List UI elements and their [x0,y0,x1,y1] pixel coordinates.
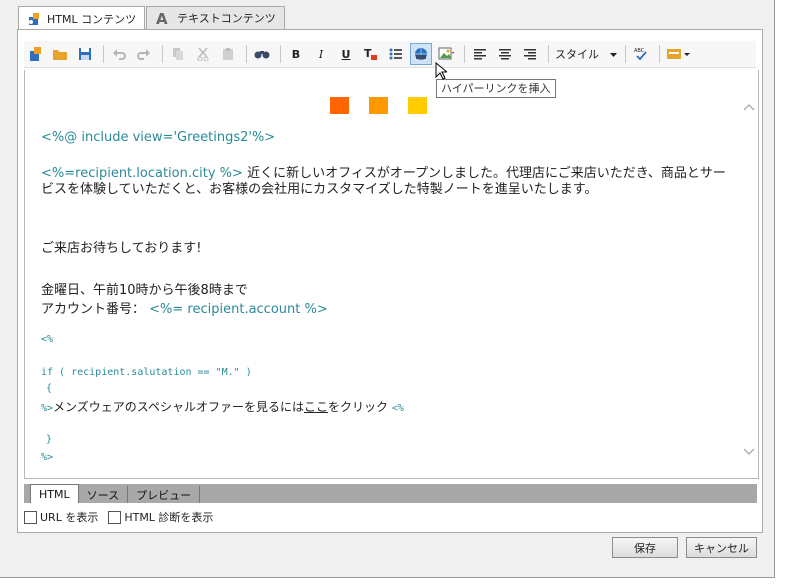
paste-icon[interactable] [217,43,239,65]
offer-link[interactable]: ここ [304,400,328,414]
editor-mode-tabs: HTML ソース プレビュー [24,484,757,503]
tab-source[interactable]: ソース [79,486,129,503]
bold-button[interactable]: B [285,43,307,65]
align-center-icon[interactable] [494,43,516,65]
orange-square [330,97,349,114]
show-url-checkbox[interactable]: URL を表示 [24,509,98,525]
code-open-2: <% [391,403,404,414]
bullet-list-icon[interactable] [385,43,407,65]
toolbar-separator [162,45,163,63]
underline-button[interactable]: U [335,43,357,65]
tab-html-content-label: HTML コンテンツ [47,13,137,26]
editor-toolbar: B I U T スタイル ABC [24,41,756,68]
new-document-icon[interactable] [24,43,46,65]
editor-scrollbar[interactable] [740,82,758,462]
tab-text-content-label: テキストコンテンツ [177,12,276,25]
tab-text-content[interactable]: A テキストコンテンツ [146,6,285,29]
show-url-label: URL を表示 [40,511,99,524]
yellow-square [408,97,427,114]
code-end: %> [41,452,54,463]
html-content-icon [27,12,41,26]
svg-text:A: A [156,11,168,25]
text-content-icon: A [155,11,171,25]
chevron-down-icon [610,48,617,61]
html-editor-area[interactable]: <%@ include view='Greetings2'%> <%=recip… [24,70,759,479]
code-brace-open: { [46,383,53,394]
undo-icon[interactable] [108,43,130,65]
align-right-icon[interactable] [519,43,541,65]
tab-html-content[interactable]: HTML コンテンツ [18,6,146,31]
code-close-prefix: %> [41,403,54,414]
hours-line: 金曜日、午前10時から午後8時まで [41,283,248,298]
code-if-line: if ( recipient.salutation == "M." ) [41,367,252,378]
save-button[interactable]: 保存 [612,537,678,558]
toolbar-separator [280,45,281,63]
scroll-down-icon [743,448,755,456]
style-dropdown[interactable]: スタイル [555,46,617,62]
amber-square [369,97,388,114]
personalization-icon[interactable] [664,43,692,65]
checkbox-box[interactable] [24,510,37,524]
offer-text: メンズウェアのスペシャルオファーを見るには [53,400,304,414]
svg-text:T: T [364,47,372,60]
offer-suffix: をクリック [328,400,389,414]
text-color-icon[interactable]: T [360,43,382,65]
code-open: <% [41,334,54,345]
toolbar-separator [659,45,660,63]
show-html-diagnostics-label: HTML 診断を表示 [124,511,214,524]
tab-preview[interactable]: プレビュー [128,486,201,503]
toolbar-separator [464,45,465,63]
tab-html[interactable]: HTML [30,484,79,503]
style-dropdown-label: スタイル [555,48,599,61]
cut-icon[interactable] [192,43,214,65]
color-squares [330,97,447,114]
italic-button[interactable]: I [310,43,332,65]
save-icon[interactable] [74,43,96,65]
options-checkboxes: URL を表示 HTML 診断を表示 [24,509,223,525]
intro-paragraph: <%=recipient.location.city %> 近くに新しいオフィス… [41,166,731,198]
account-label: アカウント番号： [41,302,146,317]
align-left-icon[interactable] [469,43,491,65]
account-line: アカウント番号： <%= recipient.account %> [41,298,328,317]
city-variable: <%=recipient.location.city %> [41,166,243,181]
toolbar-separator [625,45,626,63]
spell-check-icon[interactable]: ABC [630,43,652,65]
include-directive: <%@ include view='Greetings2'%> [41,130,276,145]
copy-icon[interactable] [167,43,189,65]
toolbar-separator [246,45,247,63]
offer-line: %>メンズウェアのスペシャルオファーを見るにはここをクリック <% [41,398,404,415]
redo-icon[interactable] [133,43,155,65]
checkbox-box[interactable] [108,510,122,524]
find-binoculars-icon[interactable] [251,43,273,65]
insert-hyperlink-icon[interactable] [410,43,432,65]
mouse-cursor-icon [435,61,449,83]
show-html-diagnostics-checkbox[interactable]: HTML 診断を表示 [108,509,213,525]
svg-text:ABC: ABC [634,48,645,54]
content-tabs: HTML コンテンツ A テキストコンテンツ [18,6,286,31]
welcome-line: ご来店お待ちしております! [41,241,202,256]
toolbar-separator [103,45,104,63]
open-folder-icon[interactable] [49,43,71,65]
cancel-button[interactable]: キャンセル [686,537,757,558]
account-variable: <%= recipient.account %> [149,302,328,317]
toolbar-separator [548,45,549,63]
code-brace-close: } [46,434,53,445]
scroll-up-icon [743,103,755,111]
hyperlink-tooltip: ハイパーリンクを挿入 [436,79,556,98]
